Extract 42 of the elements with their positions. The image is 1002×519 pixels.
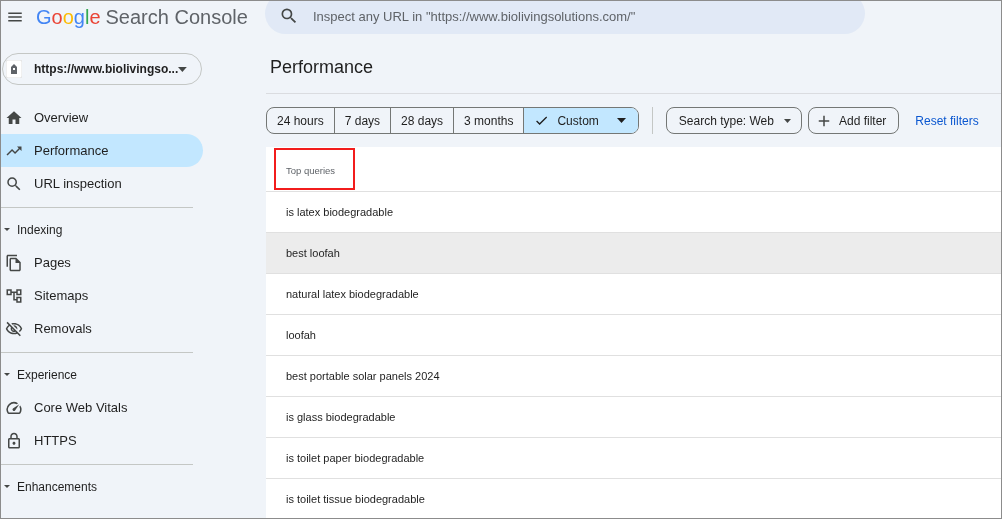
- section-header[interactable]: Indexing: [1, 213, 203, 246]
- query-text: loofah: [286, 327, 316, 343]
- brand-logo: Google: [36, 6, 101, 27]
- nav-item[interactable]: Performance: [1, 134, 203, 167]
- eye-off-icon: [5, 319, 23, 338]
- query-text: is toilet paper biodegradable: [286, 450, 425, 466]
- search-icon: [279, 6, 299, 26]
- section-header[interactable]: Experience: [1, 358, 203, 391]
- nav-item[interactable]: HTTPS: [1, 424, 203, 457]
- query-text: best portable solar panels 2024: [286, 368, 440, 384]
- nav-item[interactable]: Overview: [1, 101, 203, 134]
- table-row[interactable]: best loofah: [266, 233, 1001, 274]
- tree-icon: [5, 286, 23, 305]
- search-icon: [5, 174, 23, 193]
- reset-filters-link[interactable]: Reset filters: [915, 111, 979, 130]
- nav-item[interactable]: Core Web Vitals: [1, 391, 203, 424]
- search-field[interactable]: Inspect any URL in "https://www.biolivingsolutions.com/": [265, 1, 865, 34]
- caret-icon: [616, 118, 626, 123]
- query-text: is toilet tissue biodegradable: [286, 491, 425, 507]
- nav-item[interactable]: Removals: [1, 312, 203, 345]
- nav-item[interactable]: URL inspection: [1, 167, 203, 200]
- favicon-icon: [6, 60, 22, 78]
- page-title: Performance: [270, 55, 374, 79]
- search-type-dropdown[interactable]: Search type: Web: [665, 107, 802, 134]
- date-range-tab[interactable]: Custom: [523, 108, 638, 133]
- caret-icon: [178, 66, 187, 72]
- date-range-tab[interactable]: 24 hours: [267, 108, 334, 133]
- date-range-tab[interactable]: 7 days: [333, 108, 391, 133]
- date-range-tab[interactable]: 28 days: [390, 108, 454, 133]
- add-filter-button[interactable]: Add filter: [807, 107, 900, 134]
- column-header[interactable]: Top queries: [286, 165, 336, 176]
- product-name: Search Console: [105, 6, 248, 27]
- caret-icon: [783, 118, 791, 123]
- query-text: natural latex biodegradable: [286, 286, 419, 302]
- copy-icon: [5, 253, 23, 272]
- query-text: best loofah: [286, 245, 340, 261]
- nav-item[interactable]: Pages: [1, 246, 203, 279]
- section-header[interactable]: Enhancements: [1, 470, 203, 503]
- lock-icon: [5, 431, 23, 450]
- query-text: is latex biodegradable: [286, 204, 394, 220]
- query-text: is glass biodegradable: [286, 409, 396, 425]
- nav-item[interactable]: Sitemaps: [1, 279, 203, 312]
